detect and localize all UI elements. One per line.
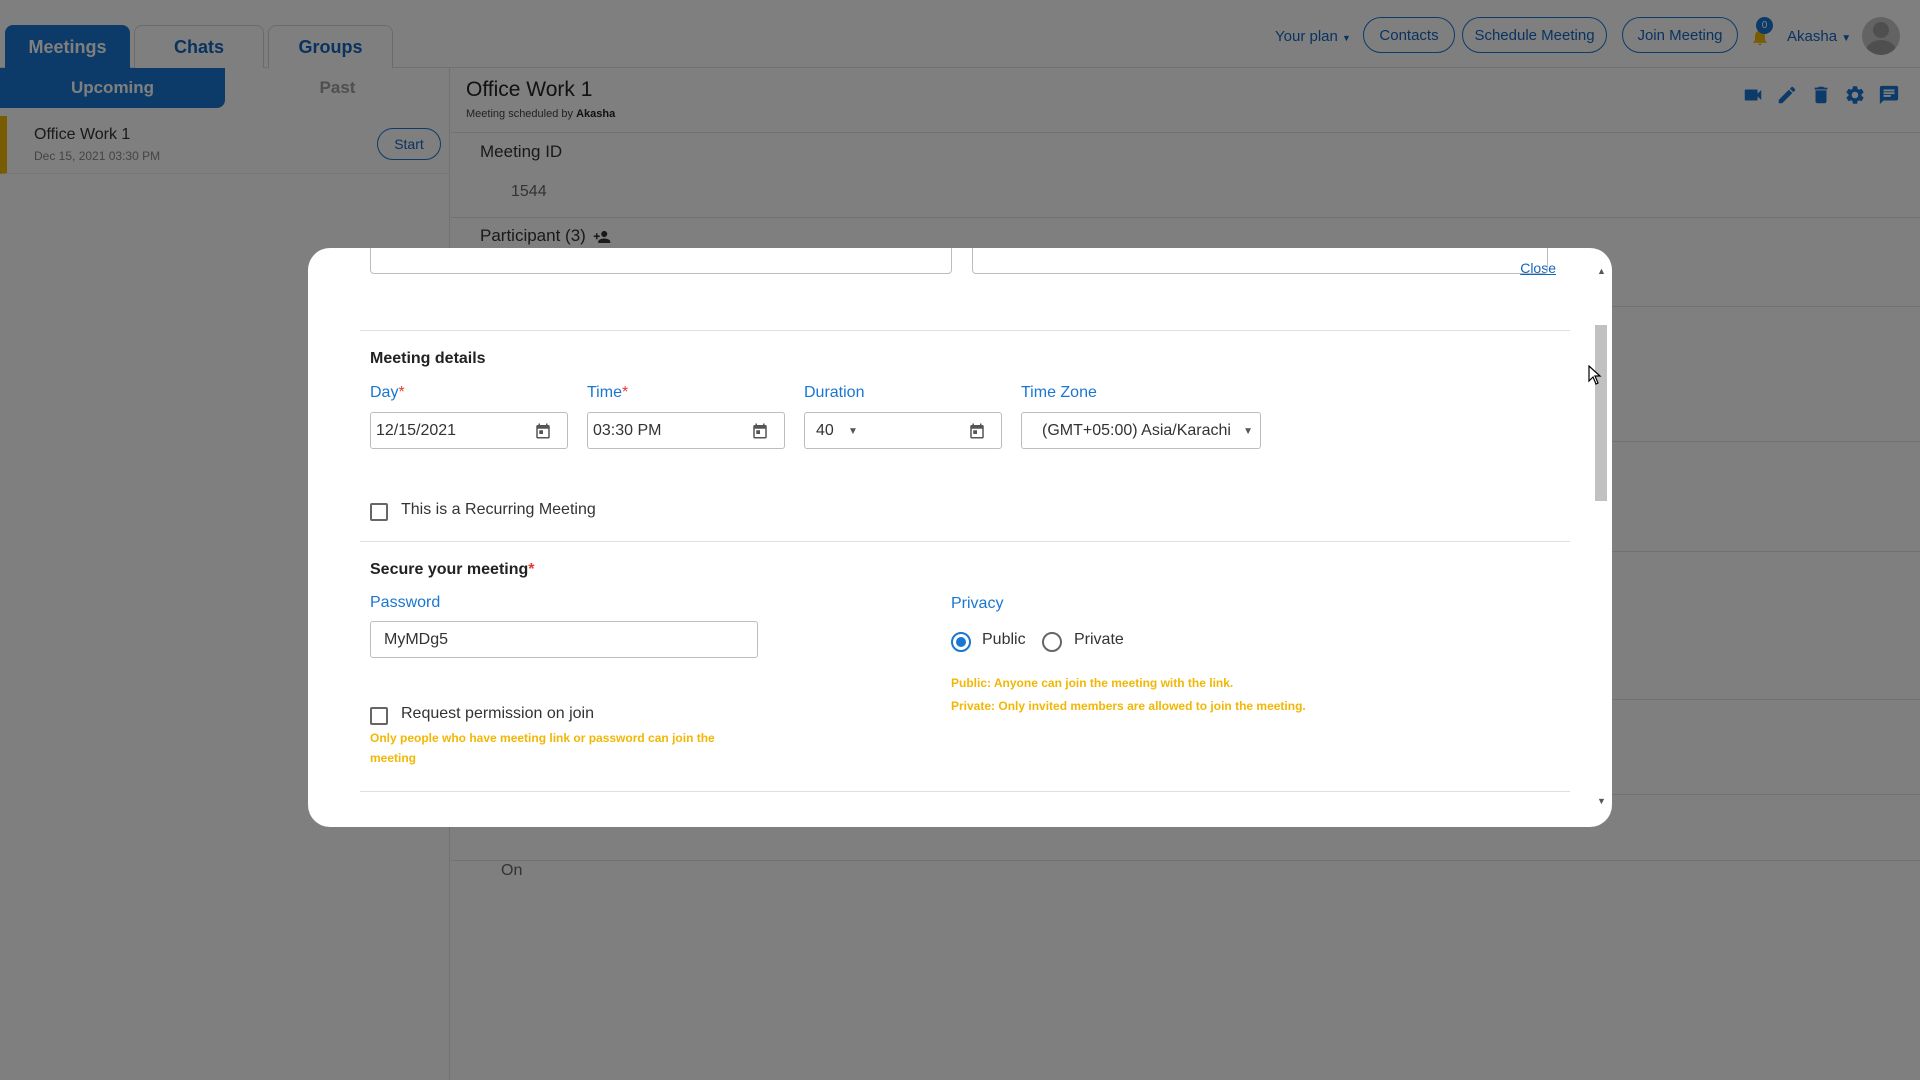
- timezone-value: (GMT+05:00) Asia/Karachi: [1042, 421, 1231, 439]
- request-permission-label: Request permission on join: [401, 705, 594, 722]
- required-mark: *: [398, 384, 405, 401]
- section-divider: [360, 541, 1570, 542]
- duration-select[interactable]: 40 ▼: [804, 412, 1002, 449]
- time-input[interactable]: 03:30 PM: [587, 412, 785, 449]
- section-divider: [360, 330, 1570, 331]
- input-field-partial[interactable]: [370, 248, 952, 274]
- recurring-checkbox[interactable]: [370, 503, 388, 521]
- privacy-public-hint: Public: Anyone can join the meeting with…: [951, 676, 1234, 690]
- time-label-text: Time: [587, 384, 622, 401]
- privacy-public-radio[interactable]: [951, 632, 971, 652]
- scroll-up-arrow-icon[interactable]: ▲: [1597, 266, 1606, 276]
- time-label: Time*: [587, 384, 628, 402]
- calendar-icon[interactable]: [751, 422, 769, 440]
- dropdown-arrow-icon: ▼: [1243, 426, 1253, 437]
- modal-scrollbar[interactable]: ▲ ▼: [1590, 266, 1612, 806]
- day-value: 12/15/2021: [376, 421, 457, 439]
- input-field-partial[interactable]: [972, 248, 1548, 274]
- meeting-details-heading: Meeting details: [370, 350, 486, 367]
- calendar-icon[interactable]: [968, 422, 986, 440]
- secure-meeting-heading-text: Secure your meeting: [370, 561, 529, 578]
- section-divider: [360, 791, 1570, 792]
- time-value: 03:30 PM: [593, 421, 662, 439]
- recurring-label: This is a Recurring Meeting: [401, 501, 596, 518]
- mouse-cursor-icon: [1588, 365, 1602, 385]
- required-mark: *: [528, 561, 535, 578]
- duration-label: Duration: [804, 384, 865, 401]
- dropdown-arrow-icon: ▼: [848, 426, 858, 437]
- calendar-icon[interactable]: [534, 422, 552, 440]
- privacy-public-label: Public: [982, 631, 1026, 648]
- timezone-label: Time Zone: [1021, 384, 1097, 401]
- privacy-private-radio[interactable]: [1042, 632, 1062, 652]
- privacy-private-hint: Private: Only invited members are allowe…: [951, 699, 1306, 713]
- password-label: Password: [370, 594, 441, 611]
- required-mark: *: [621, 384, 629, 401]
- password-value: MyMDg5: [384, 630, 449, 648]
- request-permission-hint: Only people who have meeting link or pas…: [370, 731, 715, 765]
- duration-value: 40: [816, 421, 834, 439]
- timezone-select[interactable]: (GMT+05:00) Asia/Karachi ▼: [1021, 412, 1261, 449]
- privacy-private-label: Private: [1074, 631, 1124, 648]
- day-label-text: Day: [370, 384, 399, 401]
- schedule-meeting-modal: Close Meeting details Day* 12/15/2021 Ti…: [308, 248, 1612, 827]
- day-label: Day*: [370, 384, 405, 402]
- secure-meeting-heading: Secure your meeting*: [370, 561, 535, 579]
- password-field[interactable]: MyMDg5: [370, 621, 758, 658]
- day-input[interactable]: 12/15/2021: [370, 412, 568, 449]
- scrollbar-thumb[interactable]: [1595, 325, 1607, 501]
- request-permission-checkbox[interactable]: [370, 707, 388, 725]
- scroll-down-arrow-icon[interactable]: ▼: [1597, 796, 1606, 806]
- privacy-label: Privacy: [951, 595, 1004, 612]
